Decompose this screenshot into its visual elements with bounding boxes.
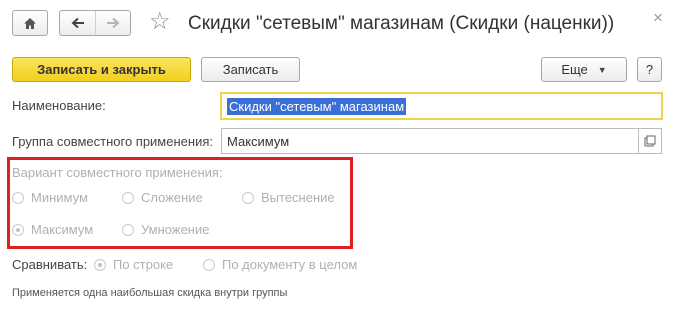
more-button[interactable]: Еще ▼ [541,57,627,82]
open-group-button[interactable] [638,128,662,154]
radio-icon [12,191,24,204]
compare-option-by-document[interactable]: По документу в целом [203,257,357,272]
save-and-close-button[interactable]: Записать и закрыть [12,57,191,82]
footnote-text: Применяется одна наибольшая скидка внутр… [12,287,288,299]
radio-icon [122,191,134,204]
variant-option-label: Вытеснение [261,190,335,205]
page-title: Скидки "сетевым" магазинам (Скидки (наце… [188,13,615,34]
group-field-value: Максимум [227,134,290,149]
radio-selected-icon [94,258,106,271]
radio-selected-icon [12,223,24,236]
save-button[interactable]: Записать [201,57,300,82]
arrow-right-icon [107,17,120,29]
back-button[interactable] [60,11,95,35]
variant-label: Вариант совместного применения: [12,165,223,180]
forward-button[interactable] [95,11,130,35]
chevron-down-icon: ▼ [597,64,607,75]
compare-label: Сравнивать: [12,257,88,272]
radio-icon [203,258,215,271]
favorite-star-icon[interactable]: ☆ [149,8,171,36]
variant-option-addition[interactable]: Сложение [122,190,203,205]
radio-icon [242,191,254,204]
open-window-icon [644,135,656,147]
arrow-left-icon [71,17,84,29]
group-label: Группа совместного применения: [12,134,213,149]
variant-option-label: Умножение [141,222,210,237]
compare-option-by-line[interactable]: По строке [94,257,173,272]
radio-icon [122,223,134,236]
name-field[interactable]: Скидки "сетевым" магазинам [220,92,663,120]
variant-option-displacement[interactable]: Вытеснение [242,190,335,205]
variant-option-label: Минимум [31,190,88,205]
help-button[interactable]: ? [637,57,662,82]
history-nav [59,10,131,36]
variant-option-minimum[interactable]: Минимум [12,190,88,205]
variant-option-label: Сложение [141,190,203,205]
compare-option-label: По документу в целом [222,257,358,272]
variant-option-maximum[interactable]: Максимум [12,222,93,237]
close-icon[interactable]: × [653,8,663,28]
name-label: Наименование: [12,98,106,113]
more-label: Еще [561,62,588,77]
variant-option-label: Максимум [31,222,94,237]
home-button[interactable] [12,10,48,36]
home-icon [24,17,36,29]
group-field[interactable]: Максимум [221,128,639,154]
variant-option-multiplication[interactable]: Умножение [122,222,209,237]
compare-option-label: По строке [113,257,174,272]
name-field-value: Скидки "сетевым" магазинам [227,98,407,115]
